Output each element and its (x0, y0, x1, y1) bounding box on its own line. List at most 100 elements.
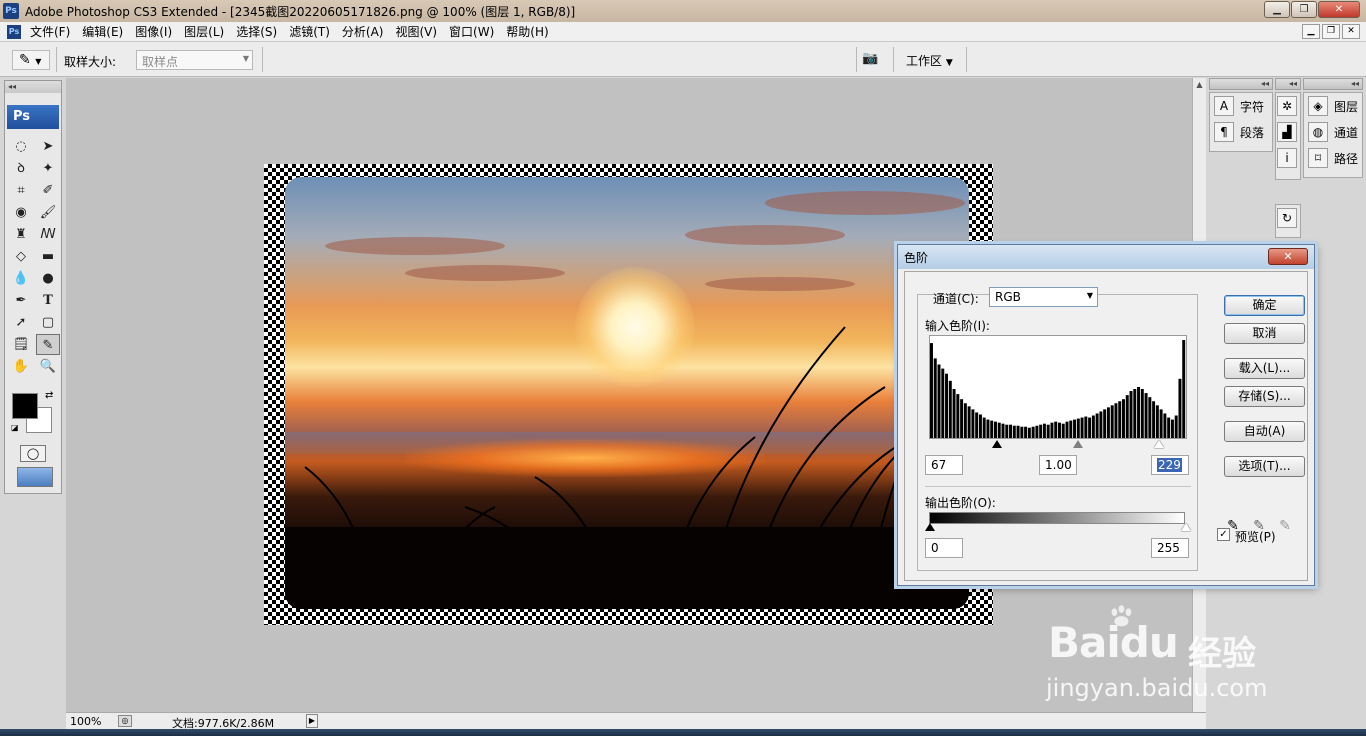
dodge-icon[interactable]: ● (36, 268, 60, 289)
history-brush-icon[interactable]: ꟿ (36, 224, 60, 245)
menu-layer[interactable]: 图层(L) (178, 23, 230, 40)
gradient-icon[interactable]: ▬ (36, 246, 60, 267)
input-white-slider[interactable] (1154, 440, 1164, 448)
eraser-icon[interactable]: ◇ (9, 246, 33, 267)
histogram-bar (1118, 401, 1122, 438)
move-icon[interactable]: ➤ (36, 136, 60, 157)
notes-icon[interactable]: 🗒 (9, 334, 33, 355)
path-selection-icon[interactable]: ➚ (9, 312, 33, 333)
navigator-panel-button[interactable]: ✲ (1276, 93, 1300, 119)
paths-label: 路径 (1334, 151, 1359, 166)
cancel-button[interactable]: 取消 (1224, 323, 1305, 344)
channels-panel-button[interactable]: ◍ 通道 (1304, 119, 1362, 145)
zoom-level[interactable]: 100% (70, 715, 101, 728)
panel-collapse[interactable]: ◂◂ (1303, 78, 1363, 90)
menu-view[interactable]: 视图(V) (389, 23, 443, 40)
sample-size-label: 取样大小: (64, 55, 117, 69)
eyedropper-icon: ✎ (19, 52, 31, 68)
input-black-slider[interactable] (992, 440, 1002, 448)
histogram-bar (960, 399, 964, 438)
panel-collapse[interactable]: ◂◂ (1209, 78, 1273, 90)
doc-close-button[interactable]: ✕ (1342, 24, 1360, 39)
workspace-menu[interactable]: 工作区 ▼ (906, 52, 953, 69)
clone-stamp-icon[interactable]: ♜ (9, 224, 33, 245)
menu-image[interactable]: 图像(I) (129, 23, 178, 40)
close-button[interactable]: ✕ (1318, 1, 1360, 18)
output-black-field[interactable]: 0 (925, 538, 963, 558)
slice-icon[interactable]: ✐ (36, 180, 60, 201)
auto-button[interactable]: 自动(A) (1224, 421, 1305, 442)
sample-size-select[interactable]: 取样点 ▼ (136, 50, 253, 70)
menu-analysis[interactable]: 分析(A) (336, 23, 390, 40)
menu-edit[interactable]: 编辑(E) (76, 23, 129, 40)
hand-icon[interactable]: ✋ (9, 356, 33, 377)
ok-button[interactable]: 确定 (1224, 295, 1305, 316)
paths-panel-button[interactable]: ⌑ 路径 (1304, 145, 1362, 171)
crop-icon[interactable]: ⌗ (9, 180, 33, 201)
layers-panel-button[interactable]: ◈ 图层 (1304, 93, 1362, 119)
status-info-icon[interactable]: ◎ (118, 715, 132, 727)
histogram-bar (1099, 411, 1103, 438)
marquee-icon[interactable]: ◌ (9, 136, 33, 157)
character-icon: A (1214, 96, 1234, 116)
foreground-color-swatch[interactable] (12, 393, 38, 419)
input-black-field[interactable]: 67 (925, 455, 963, 475)
dialog-close-button[interactable]: ✕ (1268, 248, 1308, 265)
status-menu-icon[interactable]: ▶ (306, 714, 318, 728)
histogram-bar (1133, 389, 1137, 438)
paragraph-panel-button[interactable]: ¶ 段落 (1210, 119, 1272, 145)
character-panel-button[interactable]: A 字符 (1210, 93, 1272, 119)
save-button[interactable]: 存储(S)... (1224, 386, 1305, 407)
input-white-field[interactable]: 229 (1151, 455, 1189, 475)
default-colors-icon[interactable]: ◪ (11, 423, 19, 432)
white-eyedropper-icon[interactable]: ✎ (1275, 518, 1295, 538)
input-gamma-field[interactable]: 1.00 (1039, 455, 1077, 475)
blur-icon[interactable]: 💧 (9, 268, 33, 289)
history-panel-button[interactable]: ↻ (1276, 205, 1300, 231)
menu-window[interactable]: 窗口(W) (443, 23, 500, 40)
zoom-icon[interactable]: 🔍 (36, 356, 60, 377)
channel-select[interactable]: RGB ▼ (989, 287, 1098, 307)
tool-preset-picker[interactable]: ✎ ▼ (12, 50, 50, 70)
input-gamma-slider[interactable] (1073, 440, 1083, 448)
preview-checkbox[interactable]: ✓ (1217, 528, 1230, 541)
menu-bar: Ps 文件(F) 编辑(E) 图像(I) 图层(L) 选择(S) 滤镜(T) 分… (0, 22, 1366, 42)
doc-minimize-button[interactable]: ▁ (1302, 24, 1320, 39)
screen-mode-icon[interactable] (17, 467, 53, 487)
load-button[interactable]: 载入(L)... (1224, 358, 1305, 379)
minimize-button[interactable]: ▁ (1264, 1, 1290, 18)
menu-select[interactable]: 选择(S) (230, 23, 283, 40)
histogram (929, 335, 1187, 439)
output-black-slider[interactable] (925, 523, 935, 531)
options-button[interactable]: 选项(T)... (1224, 456, 1305, 477)
document-icon[interactable]: Ps (7, 24, 21, 39)
doc-restore-button[interactable]: ❐ (1322, 24, 1340, 39)
extra-panels: ↻ (1275, 204, 1301, 238)
dialog-title-bar[interactable]: 色阶 (898, 245, 1314, 269)
shape-icon[interactable]: ▢ (36, 312, 60, 333)
histogram-bar (1073, 419, 1077, 438)
info-panel-button[interactable]: i (1276, 145, 1300, 171)
histogram-panel-button[interactable]: ▟ (1276, 119, 1300, 145)
panel-collapse[interactable]: ◂◂ (1275, 78, 1301, 90)
output-white-slider[interactable] (1181, 523, 1191, 531)
output-white-field[interactable]: 255 (1151, 538, 1189, 558)
healing-brush-icon[interactable]: ◉ (9, 202, 33, 223)
pen-icon[interactable]: ✒ (9, 290, 33, 311)
lasso-icon[interactable]: ꝺ (9, 158, 33, 179)
eyedropper-icon[interactable]: ✎ (36, 334, 60, 355)
menu-help[interactable]: 帮助(H) (500, 23, 554, 40)
bridge-icon[interactable]: 📷 (862, 51, 886, 69)
layers-icon: ◈ (1308, 96, 1328, 116)
brush-icon[interactable]: 🖌 (36, 202, 60, 223)
maximize-button[interactable]: ❐ (1291, 1, 1317, 18)
toolbox-logo[interactable]: Ps (7, 105, 59, 129)
menu-file[interactable]: 文件(F) (24, 23, 76, 40)
swap-colors-icon[interactable]: ⇄ (45, 390, 53, 401)
scroll-up-icon[interactable]: ▲ (1193, 78, 1206, 92)
magic-wand-icon[interactable]: ✦ (36, 158, 60, 179)
toolbox-collapse[interactable]: ◂◂ (5, 81, 61, 93)
type-icon[interactable]: T (36, 290, 60, 311)
menu-filter[interactable]: 滤镜(T) (283, 23, 336, 40)
quick-mask-icon[interactable]: ◯ (20, 445, 46, 462)
